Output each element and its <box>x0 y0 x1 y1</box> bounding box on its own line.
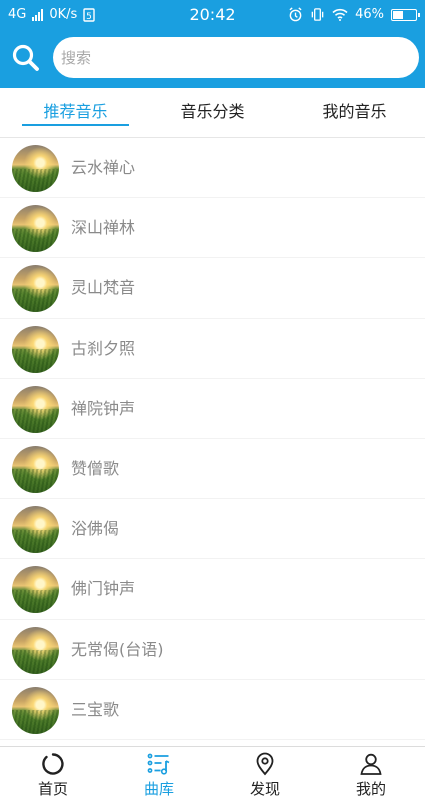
song-title: 三宝歌 <box>71 699 120 719</box>
status-right: 46% <box>288 7 420 22</box>
song-row[interactable]: 禅院钟声 <box>0 379 425 439</box>
bottom-nav: 首页 曲库 发现 我的 <box>0 746 425 800</box>
song-row[interactable]: 古刹夕照 <box>0 319 425 379</box>
song-row[interactable]: 赞僧歌 <box>0 439 425 500</box>
song-title: 深山禅林 <box>71 218 136 238</box>
song-thumbnail <box>12 506 59 554</box>
song-row[interactable]: 无常偈(台语) <box>0 620 425 680</box>
song-title: 云水禅心 <box>71 158 136 177</box>
song-row[interactable]: 云水禅心 <box>0 138 425 199</box>
tab-label: 推荐音乐 <box>43 102 108 121</box>
alarm-icon <box>289 7 302 22</box>
search-input[interactable] <box>53 37 419 78</box>
nav-label: 曲库 <box>143 780 174 798</box>
song-thumbnail <box>12 626 59 674</box>
nav-label: 我的 <box>355 780 386 798</box>
active-tab-indicator <box>22 124 129 126</box>
song-thumbnail <box>12 445 59 493</box>
song-thumbnail <box>12 385 59 433</box>
nav-library[interactable]: 曲库 <box>106 747 212 800</box>
song-row[interactable]: 佛门钟声 <box>0 559 425 620</box>
tab-label: 我的音乐 <box>322 102 387 121</box>
category-tabs: 推荐音乐 音乐分类 我的音乐 <box>0 88 425 138</box>
song-list: 云水禅心深山禅林灵山梵音古刹夕照禅院钟声赞僧歌浴佛偈佛门钟声无常偈(台语) 三宝歌 <box>0 138 425 746</box>
song-thumbnail <box>12 566 59 614</box>
battery-icon <box>391 8 420 21</box>
tab-recommended[interactable]: 推荐音乐 <box>5 88 146 138</box>
nav-label: 发现 <box>249 780 280 798</box>
search-icon[interactable] <box>9 41 43 75</box>
song-title: 禅院钟声 <box>71 398 136 418</box>
song-title: 佛门钟声 <box>71 579 136 599</box>
music-library-icon <box>147 752 171 776</box>
song-row[interactable]: 浴佛偈 <box>0 499 425 560</box>
nav-mine[interactable]: 我的 <box>318 747 424 800</box>
song-thumbnail <box>12 205 59 253</box>
song-title: 灵山梵音 <box>71 278 136 298</box>
vibrate-icon <box>311 8 324 21</box>
tab-label: 音乐分类 <box>180 102 245 121</box>
song-row[interactable]: 三宝歌 <box>0 680 425 740</box>
song-title: 赞僧歌 <box>71 458 120 478</box>
tab-my-music[interactable]: 我的音乐 <box>284 88 425 138</box>
user-icon <box>359 752 383 776</box>
song-thumbnail <box>12 325 59 373</box>
song-title: 浴佛偈 <box>71 519 120 539</box>
battery-percent: 46% <box>355 7 384 22</box>
song-thumbnail <box>12 686 59 734</box>
nav-label: 首页 <box>37 780 68 798</box>
status-bar: 4G 0K/s 5 20:42 46% <box>0 0 425 30</box>
home-ring-icon <box>41 752 65 776</box>
nav-discover[interactable]: 发现 <box>212 747 318 800</box>
nav-home[interactable]: 首页 <box>0 747 106 800</box>
location-pin-icon <box>253 752 277 776</box>
song-thumbnail <box>12 265 59 313</box>
search-header <box>0 30 425 88</box>
tab-categories[interactable]: 音乐分类 <box>142 88 283 138</box>
song-row[interactable]: 灵山梵音 <box>0 258 425 319</box>
song-title: 古刹夕照 <box>71 338 136 358</box>
song-row[interactable]: 深山禅林 <box>0 198 425 259</box>
song-thumbnail <box>12 145 59 192</box>
wifi-icon <box>332 8 348 21</box>
song-title: 无常偈(台语) <box>71 639 164 659</box>
